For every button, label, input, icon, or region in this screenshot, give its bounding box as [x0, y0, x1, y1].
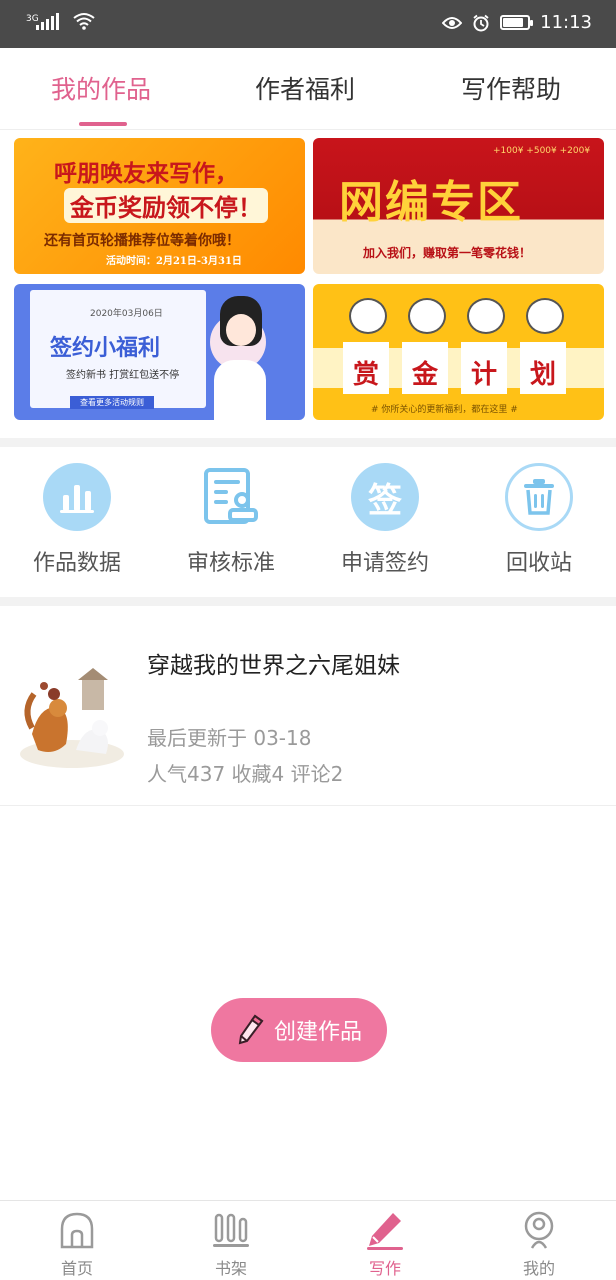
tab-my-works[interactable]: 我的作品 — [51, 70, 151, 106]
banner-invite-date: 活动时间：2月21日-3月31日 — [106, 256, 242, 267]
banner-sign-sub: 签约新书 打赏红包送不停 — [66, 370, 180, 381]
banner-reward-note: # 你所关心的更新福利，都在这里 # — [371, 405, 518, 415]
nav-write-label: 写作 — [368, 1259, 401, 1278]
create-work-button[interactable]: 创建作品 — [211, 998, 387, 1062]
eye-icon — [442, 16, 463, 29]
nav-home[interactable]: 首页 — [32, 1209, 122, 1279]
banner-invite-friends[interactable]: 呼朋唤友来写作， 金币奖励领不停！ 还有首页轮播推荐位等着你哦！ 活动时间：2月… — [14, 138, 305, 274]
status-right: 11:13 — [442, 12, 592, 33]
work-title: 穿越我的世界之六尾姐妹 — [147, 653, 400, 679]
tool-row: 作品数据 审核标准 签 申请签约 回收站 — [0, 447, 616, 597]
work-stats: 人气437 收藏4 评论2 — [147, 762, 344, 786]
banner-reward-plan[interactable]: 赏 金 计 划 # 你所关心的更新福利，都在这里 # — [313, 284, 604, 420]
tool-apply-sign-label: 申请签约 — [340, 551, 429, 576]
banner-invite-line2: 金币奖励领不停！ — [64, 188, 268, 223]
bottom-nav: 首页 书架 写作 我的 — [0, 1200, 616, 1280]
tool-work-data-label: 作品数据 — [32, 551, 121, 576]
section-divider-2 — [0, 597, 616, 606]
tab-writing-help[interactable]: 写作帮助 — [461, 70, 561, 106]
signal-icon — [36, 12, 59, 30]
tool-recycle-bin[interactable]: 回收站 — [474, 463, 604, 577]
top-tabs: 我的作品 作者福利 写作帮助 — [0, 48, 616, 130]
profile-icon — [494, 1209, 584, 1251]
trash-icon — [505, 463, 573, 531]
pencil-icon — [238, 1014, 264, 1045]
banner-editor-note: 加入我们，赚取第一笔零花钱！ — [363, 246, 532, 260]
work-list-item[interactable]: 穿越我的世界之六尾姐妹 最后更新于 03-18 人气437 收藏4 评论2 — [0, 606, 616, 806]
banner-sign-title: 签约小福利 — [50, 335, 161, 361]
nav-bookshelf[interactable]: 书架 — [186, 1209, 276, 1279]
status-left: 3G — [26, 12, 95, 30]
status-bar: 3G 11:13 — [0, 0, 616, 48]
bar-chart-icon — [43, 463, 111, 531]
banner-editor-zone[interactable]: +100¥ +500¥ +200¥ 网编专区 加入我们，赚取第一笔零花钱！ — [313, 138, 604, 274]
banner-invite-line1: 呼朋唤友来写作， — [54, 160, 238, 187]
banner-sign-link: 查看更多活动规则 — [70, 396, 154, 409]
tool-apply-sign[interactable]: 签 申请签约 — [320, 463, 450, 577]
tab-active-indicator — [79, 122, 127, 126]
section-divider — [0, 438, 616, 447]
tool-recycle-bin-label: 回收站 — [505, 551, 572, 576]
sign-icon-glyph: 签 — [368, 480, 402, 521]
tool-review-standard[interactable]: 审核标准 — [166, 463, 296, 577]
home-icon — [32, 1209, 122, 1251]
nav-bookshelf-label: 书架 — [214, 1259, 247, 1278]
tool-review-standard-label: 审核标准 — [186, 551, 275, 576]
banner-reward-char-3: 计 — [471, 360, 498, 390]
tab-author-benefits[interactable]: 作者福利 — [255, 70, 355, 106]
nav-home-label: 首页 — [60, 1259, 93, 1278]
banner-reward-char-1: 赏 — [353, 360, 380, 390]
banner-reward-char-4: 划 — [530, 360, 557, 390]
pen-icon — [340, 1209, 430, 1251]
review-doc-icon — [197, 463, 265, 531]
create-work-label: 创建作品 — [273, 1020, 362, 1045]
sign-icon: 签 — [351, 463, 419, 531]
tool-work-data[interactable]: 作品数据 — [12, 463, 142, 577]
banner-invite-line3: 还有首页轮播推荐位等着你哦！ — [44, 233, 240, 249]
banner-editor-title: 网编专区 — [339, 177, 523, 228]
work-last-updated: 最后更新于 03-18 — [147, 726, 312, 750]
battery-icon — [500, 15, 534, 30]
nav-profile[interactable]: 我的 — [494, 1209, 584, 1279]
nav-write[interactable]: 写作 — [340, 1209, 430, 1279]
network-type: 3G — [26, 14, 39, 24]
nav-profile-label: 我的 — [522, 1259, 555, 1278]
wifi-icon — [73, 13, 95, 30]
work-cover-image — [14, 664, 130, 774]
alarm-icon — [473, 14, 489, 31]
banner-reward-char-2: 金 — [412, 360, 439, 390]
banner-editor-tags: +100¥ +500¥ +200¥ — [493, 146, 591, 156]
clock: 11:13 — [540, 12, 592, 33]
bookshelf-icon — [186, 1209, 276, 1251]
banner-sign-benefit[interactable]: 2020年03月06日 签约小福利 签约新书 打赏红包送不停 查看更多活动规则 — [14, 284, 305, 420]
banner-sign-date: 2020年03月06日 — [90, 309, 163, 319]
